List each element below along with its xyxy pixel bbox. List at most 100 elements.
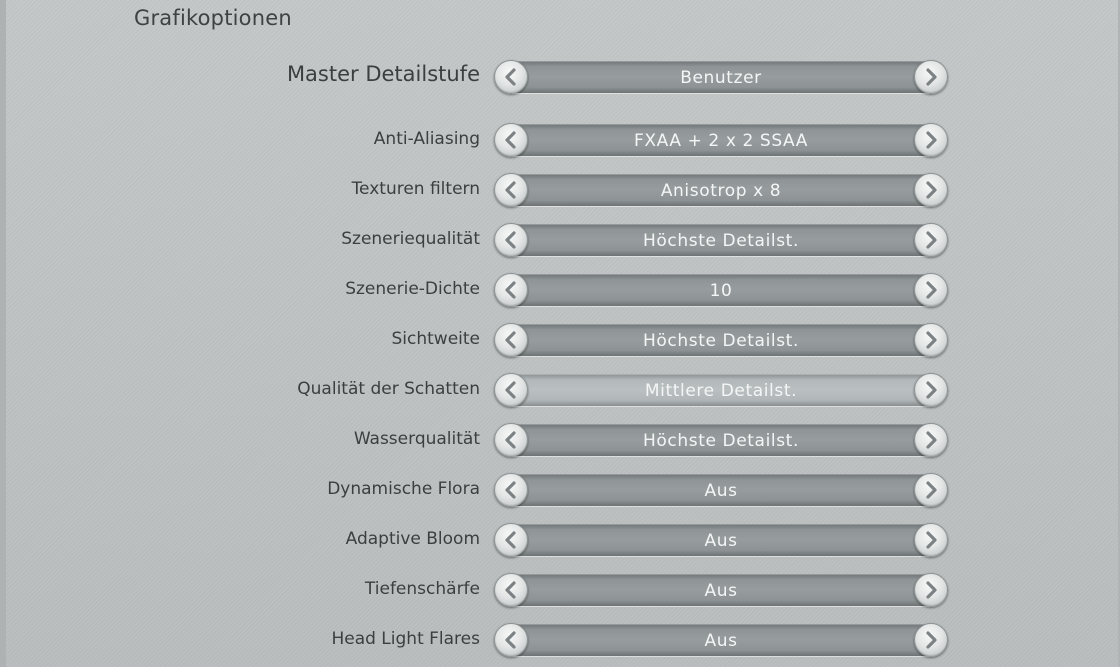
next-button[interactable] — [914, 323, 948, 357]
setting-label: Tiefenschärfe — [364, 579, 480, 599]
chevron-left-icon — [505, 181, 516, 199]
chevron-left-icon — [505, 231, 516, 249]
chevron-left-icon — [505, 331, 516, 349]
selector-bar: FXAA + 2 x 2 SSAA — [508, 124, 934, 156]
setting-value: Mittlere Detailst. — [644, 381, 798, 401]
setting-row-water-quality: Wasserqualität Höchste Detailst. — [0, 422, 1120, 458]
selector-bar: Anisotrop x 8 — [508, 174, 934, 206]
previous-button[interactable] — [494, 323, 528, 357]
setting-value: 10 — [709, 281, 733, 301]
previous-button[interactable] — [494, 173, 528, 207]
anti-aliasing-selector[interactable]: FXAA + 2 x 2 SSAA — [494, 122, 948, 158]
chevron-left-icon — [505, 481, 516, 499]
view-distance-selector[interactable]: Höchste Detailst. — [494, 322, 948, 358]
next-button[interactable] — [914, 223, 948, 257]
setting-label: Szenerie-Dichte — [345, 279, 480, 299]
setting-value: Aus — [704, 481, 738, 501]
chevron-left-icon — [505, 431, 516, 449]
selector-bar: 10 — [508, 274, 934, 306]
previous-button[interactable] — [494, 423, 528, 457]
setting-label: Dynamische Flora — [327, 479, 480, 499]
graphics-options-panel: Grafikoptionen Master Detailstufe Benutz… — [0, 0, 1120, 667]
chevron-right-icon — [926, 281, 937, 299]
chevron-left-icon — [505, 581, 516, 599]
chevron-right-icon — [926, 631, 937, 649]
setting-row-texture-filter: Texturen filtern Anisotrop x 8 — [0, 172, 1120, 208]
next-button[interactable] — [914, 373, 948, 407]
chevron-right-icon — [926, 131, 937, 149]
setting-row-anti-aliasing: Anti-Aliasing FXAA + 2 x 2 SSAA — [0, 122, 1120, 158]
previous-button[interactable] — [494, 223, 528, 257]
setting-row-scenery-density: Szenerie-Dichte 10 — [0, 272, 1120, 308]
chevron-left-icon — [505, 531, 516, 549]
chevron-left-icon — [505, 381, 516, 399]
previous-button[interactable] — [494, 60, 528, 94]
next-button[interactable] — [914, 573, 948, 607]
dynamic-flora-selector[interactable]: Aus — [494, 472, 948, 508]
shadow-quality-selector[interactable]: Mittlere Detailst. — [494, 372, 948, 408]
next-button[interactable] — [914, 423, 948, 457]
previous-button[interactable] — [494, 373, 528, 407]
water-quality-selector[interactable]: Höchste Detailst. — [494, 422, 948, 458]
texture-filter-selector[interactable]: Anisotrop x 8 — [494, 172, 948, 208]
chevron-left-icon — [505, 631, 516, 649]
setting-label: Szeneriequalität — [341, 229, 480, 249]
setting-value: Aus — [704, 631, 738, 651]
previous-button[interactable] — [494, 273, 528, 307]
setting-row-dynamic-flora: Dynamische Flora Aus — [0, 472, 1120, 508]
next-button[interactable] — [914, 173, 948, 207]
setting-value: Höchste Detailst. — [643, 331, 799, 351]
selector-bar: Aus — [508, 574, 934, 606]
previous-button[interactable] — [494, 623, 528, 657]
setting-label: Wasserqualität — [353, 429, 480, 449]
chevron-right-icon — [926, 381, 937, 399]
section-title: Grafikoptionen — [134, 6, 292, 30]
setting-row-view-distance: Sichtweite Höchste Detailst. — [0, 322, 1120, 358]
chevron-left-icon — [505, 68, 516, 86]
selector-bar: Höchste Detailst. — [508, 224, 934, 256]
setting-value: Benutzer — [680, 68, 762, 88]
setting-value: Aus — [704, 531, 738, 551]
chevron-right-icon — [926, 581, 937, 599]
setting-label: Anti-Aliasing — [373, 129, 480, 149]
scenery-density-selector[interactable]: 10 — [494, 272, 948, 308]
selector-bar: Aus — [508, 624, 934, 656]
setting-label: Adaptive Bloom — [345, 529, 480, 549]
next-button[interactable] — [914, 123, 948, 157]
previous-button[interactable] — [494, 523, 528, 557]
next-button[interactable] — [914, 623, 948, 657]
setting-value: FXAA + 2 x 2 SSAA — [634, 131, 808, 151]
chevron-right-icon — [926, 231, 937, 249]
chevron-right-icon — [926, 331, 937, 349]
setting-label: Qualität der Schatten — [297, 379, 480, 399]
next-button[interactable] — [914, 473, 948, 507]
previous-button[interactable] — [494, 573, 528, 607]
master-detail-selector[interactable]: Benutzer — [494, 59, 948, 95]
selector-bar: Benutzer — [508, 61, 934, 93]
selector-bar: Aus — [508, 524, 934, 556]
depth-of-field-selector[interactable]: Aus — [494, 572, 948, 608]
next-button[interactable] — [914, 523, 948, 557]
setting-label: Sichtweite — [391, 329, 480, 349]
scenery-quality-selector[interactable]: Höchste Detailst. — [494, 222, 948, 258]
chevron-right-icon — [926, 431, 937, 449]
next-button[interactable] — [914, 273, 948, 307]
previous-button[interactable] — [494, 473, 528, 507]
setting-row-depth-of-field: Tiefenschärfe Aus — [0, 572, 1120, 608]
chevron-right-icon — [926, 481, 937, 499]
setting-row-head-light-flares: Head Light Flares Aus — [0, 622, 1120, 658]
setting-value: Aus — [704, 581, 738, 601]
selector-bar: Höchste Detailst. — [508, 324, 934, 356]
setting-row-shadow-quality: Qualität der Schatten Mittlere Detailst. — [0, 372, 1120, 408]
setting-label: Master Detailstufe — [286, 62, 480, 86]
next-button[interactable] — [914, 60, 948, 94]
previous-button[interactable] — [494, 123, 528, 157]
head-light-flares-selector[interactable]: Aus — [494, 622, 948, 658]
adaptive-bloom-selector[interactable]: Aus — [494, 522, 948, 558]
chevron-right-icon — [926, 531, 937, 549]
setting-label: Head Light Flares — [331, 629, 480, 649]
setting-row-adaptive-bloom: Adaptive Bloom Aus — [0, 522, 1120, 558]
chevron-left-icon — [505, 281, 516, 299]
chevron-right-icon — [926, 181, 937, 199]
setting-value: Höchste Detailst. — [643, 231, 799, 251]
